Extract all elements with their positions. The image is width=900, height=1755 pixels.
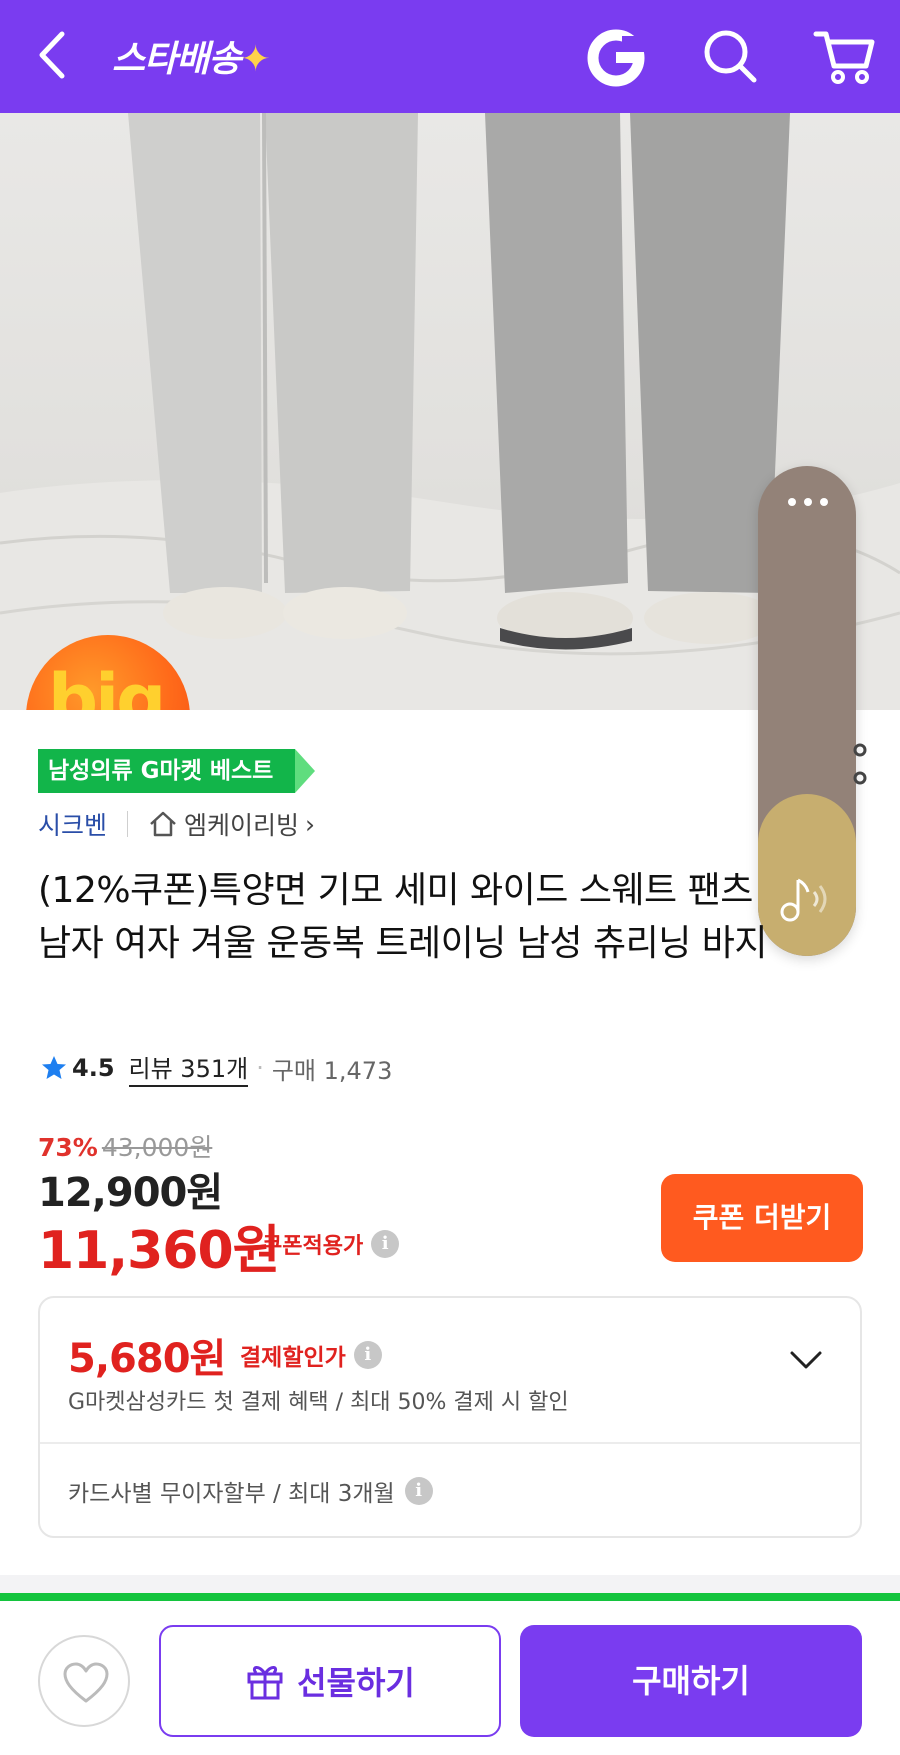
section-divider	[0, 1575, 900, 1593]
star-delivery-logo[interactable]: 스타배송✦	[112, 30, 271, 82]
star-icon	[42, 1056, 66, 1079]
original-price: 43,000원	[101, 1133, 213, 1162]
payment-label-text: 결제할인가	[240, 1345, 346, 1371]
gift-label: 선물하기	[297, 1664, 415, 1702]
search-button[interactable]	[700, 26, 760, 86]
share-icon	[853, 743, 867, 785]
get-more-coupons-button[interactable]: 쿠폰 더받기	[661, 1174, 863, 1262]
badge-big-text: big	[48, 659, 166, 710]
bottom-action-bar: 선물하기 구매하기	[0, 1601, 900, 1755]
share-button[interactable]	[848, 742, 868, 790]
music-note-icon	[780, 878, 827, 922]
payment-discount-row[interactable]: 5,680원 결제할인가 i G마켓삼성카드 첫 결제 혜택 / 최대 50% …	[40, 1298, 860, 1444]
chevron-down-icon[interactable]	[788, 1348, 824, 1372]
more-dots-icon[interactable]	[788, 498, 828, 510]
coupon-price-label: 쿠폰적용가 i	[262, 1228, 400, 1260]
purchase-count: 구매 1,473	[271, 1056, 393, 1085]
review-link[interactable]: 리뷰 351개	[128, 1049, 249, 1087]
rating-row: 4.5 리뷰 351개 · 구매 1,473	[40, 1049, 393, 1087]
installment-row: 카드사별 무이자할부 / 최대 3개월 i	[68, 1474, 433, 1508]
cart-button[interactable]	[812, 26, 876, 86]
seller-name[interactable]: 시크벤	[38, 806, 107, 842]
wishlist-button[interactable]	[38, 1635, 130, 1727]
back-button[interactable]	[30, 22, 80, 88]
seller-row: 시크벤 엠케이리빙 ›	[38, 804, 315, 844]
payment-discount-label: 결제할인가 i	[240, 1338, 382, 1372]
info-icon[interactable]: i	[404, 1477, 433, 1505]
green-accent-line	[0, 1593, 900, 1601]
back-arrow-icon	[39, 31, 65, 79]
best-seller-tag[interactable]: 남성의류 G마켓 베스트	[38, 749, 316, 793]
store-link[interactable]: 엠케이리빙 ›	[148, 806, 315, 842]
cart-icon	[813, 31, 875, 84]
top-header: 스타배송✦	[0, 0, 900, 113]
store-name: 엠케이리빙	[184, 811, 300, 840]
coupon-label-text: 쿠폰적용가	[262, 1234, 364, 1259]
floating-media-widget[interactable]	[758, 466, 856, 956]
heart-icon	[63, 1662, 109, 1703]
payment-benefit-text: G마켓삼성카드 첫 결제 혜택 / 최대 50% 결제 시 할인	[68, 1390, 569, 1415]
info-icon[interactable]: i	[353, 1341, 382, 1369]
search-icon	[704, 30, 757, 83]
seller-divider	[127, 811, 129, 837]
logo-text: 스타배송	[112, 39, 241, 80]
discount-row: 73% 43,000원	[38, 1128, 212, 1164]
home-icon	[150, 811, 176, 837]
rating-score: 4.5	[72, 1054, 115, 1082]
info-icon[interactable]: i	[371, 1230, 400, 1258]
music-button[interactable]	[758, 794, 856, 956]
discount-percent: 73%	[38, 1133, 98, 1162]
gift-button[interactable]: 선물하기	[159, 1625, 501, 1737]
product-title: (12%쿠폰)특양면 기모 세미 와이드 스웨트 팬츠 남자 여자 겨울 운동복…	[38, 870, 768, 964]
rating-separator: ·	[256, 1054, 264, 1082]
installment-text: 카드사별 무이자할부 / 최대 3개월	[68, 1481, 395, 1507]
store-arrow: ›	[305, 809, 316, 839]
gift-icon	[247, 1666, 283, 1700]
buy-button[interactable]: 구매하기	[520, 1625, 862, 1737]
gmarket-g-icon	[587, 29, 645, 87]
coupon-price: 11,360원	[38, 1221, 281, 1281]
payment-benefit-box: 5,680원 결제할인가 i G마켓삼성카드 첫 결제 혜택 / 최대 50% …	[38, 1296, 862, 1538]
gmarket-home-button[interactable]	[586, 28, 646, 88]
payment-discount-amount: 5,680원	[68, 1336, 226, 1382]
logo-star: ✦	[240, 39, 270, 80]
